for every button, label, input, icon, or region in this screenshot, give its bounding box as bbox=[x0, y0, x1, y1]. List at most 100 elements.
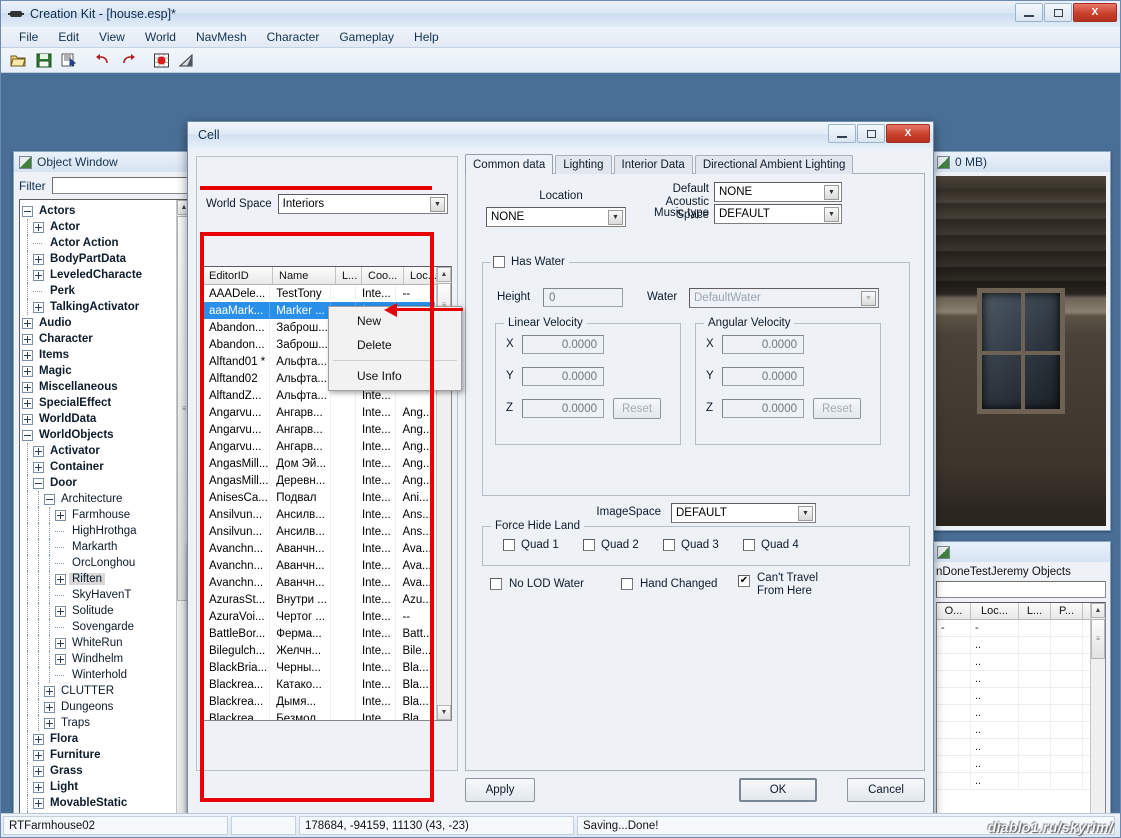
cell-view-row[interactable]: -- bbox=[937, 620, 1105, 637]
tree-node-worlddata[interactable]: WorldData bbox=[22, 411, 191, 427]
menu-item-view[interactable]: View bbox=[89, 28, 135, 46]
tree-expand-icon[interactable] bbox=[22, 317, 33, 329]
quad4-checkbox[interactable] bbox=[743, 539, 755, 551]
angular-z-input[interactable]: 0.0000 bbox=[722, 399, 804, 418]
tree-collapse-icon[interactable] bbox=[22, 205, 33, 217]
tree-node-traps[interactable]: Traps bbox=[22, 715, 191, 731]
quad3-checkbox[interactable] bbox=[663, 539, 675, 551]
tree-collapse-icon[interactable] bbox=[44, 493, 55, 505]
cell-list-row[interactable]: BlackBria... Черны... Inte... Bla... bbox=[203, 659, 435, 676]
hand-changed-row[interactable]: Hand Changed bbox=[621, 578, 717, 590]
maximize-button[interactable] bbox=[1044, 3, 1072, 22]
location-combo[interactable]: NONE ▼ bbox=[486, 207, 626, 227]
cell-view-grid[interactable]: O... Loc... L... P... - -................… bbox=[936, 602, 1106, 813]
tree-expand-icon[interactable] bbox=[22, 381, 33, 393]
tree-node-skyhavent[interactable]: SkyHavenT bbox=[22, 587, 191, 603]
tree-node-actor-action[interactable]: Actor Action bbox=[22, 235, 191, 251]
cell-view-window[interactable]: nDoneTestJeremy Objects O... Loc... L...… bbox=[931, 541, 1111, 813]
chevron-down-icon[interactable]: ▼ bbox=[861, 291, 876, 306]
tree-expand-icon[interactable] bbox=[55, 637, 66, 649]
quad2-checkbox[interactable] bbox=[583, 539, 595, 551]
tree-expand-icon[interactable] bbox=[33, 221, 44, 233]
tree-node-markarth[interactable]: Markarth bbox=[22, 539, 191, 555]
cell-view-row[interactable]: .. bbox=[937, 756, 1105, 773]
linear-y-input[interactable]: 0.0000 bbox=[522, 367, 604, 386]
tree-node-perk[interactable]: Perk bbox=[22, 283, 191, 299]
cell-list-scroll-up-icon[interactable]: ▲ bbox=[437, 267, 451, 282]
cell-list-row[interactable]: Ansilvun... Ансилв... Inte... Ans... bbox=[203, 506, 435, 523]
tree-expand-icon[interactable] bbox=[44, 685, 55, 697]
no-lod-water-checkbox[interactable] bbox=[490, 578, 502, 590]
save-file-icon[interactable] bbox=[32, 50, 55, 71]
tree-node-orclonghou[interactable]: OrcLonghou bbox=[22, 555, 191, 571]
angular-y-input[interactable]: 0.0000 bbox=[722, 367, 804, 386]
tree-node-winterhold[interactable]: Winterhold bbox=[22, 667, 191, 683]
cell-view-scroll-up-icon[interactable]: ▲ bbox=[1091, 603, 1105, 618]
cell-list-row[interactable]: Avanchn... Аванчн... Inte... Ava... bbox=[203, 540, 435, 557]
cell-view-filter-input[interactable] bbox=[936, 581, 1106, 598]
tree-node-items[interactable]: Items bbox=[22, 347, 191, 363]
tree-node-flora[interactable]: Flora bbox=[22, 731, 191, 747]
object-window[interactable]: Object Window Filter Actors Actor Actor Ac… bbox=[13, 151, 198, 813]
cell-list-row[interactable]: Blackrea... Катако... Inte... Bla... bbox=[203, 676, 435, 693]
menu-item-character[interactable]: Character bbox=[257, 28, 330, 46]
tree-node-specialeffect[interactable]: SpecialEffect bbox=[22, 395, 191, 411]
tree-expand-icon[interactable] bbox=[44, 701, 55, 713]
object-tree[interactable]: Actors Actor Actor Action BodyPartData Level… bbox=[19, 199, 192, 813]
tree-node-audio[interactable]: Audio bbox=[22, 315, 191, 331]
cell-list-row[interactable]: Angarvu... Ангарв... Inte... Ang... bbox=[203, 421, 435, 438]
menu-item-help[interactable]: Help bbox=[404, 28, 449, 46]
tree-node-door[interactable]: Door bbox=[22, 475, 191, 491]
menu-item-navmesh[interactable]: NavMesh bbox=[186, 28, 257, 46]
tree-expand-icon[interactable] bbox=[55, 605, 66, 617]
context-menu-item-delete[interactable]: Delete bbox=[329, 333, 461, 357]
menu-item-gameplay[interactable]: Gameplay bbox=[329, 28, 404, 46]
cant-travel-row[interactable]: ✔ Can't Travel From Here bbox=[738, 572, 818, 598]
data-files-icon[interactable] bbox=[57, 50, 80, 71]
cell-list-column-coo[interactable]: Coo... bbox=[362, 267, 404, 284]
cell-list-row[interactable]: BattleBor... Ферма... Inte... Batt... bbox=[203, 625, 435, 642]
render-window-icon[interactable] bbox=[175, 50, 198, 71]
tree-node-container[interactable]: Container bbox=[22, 459, 191, 475]
cell-dialog-close-button[interactable]: X bbox=[886, 124, 930, 143]
tree-node-light[interactable]: Light bbox=[22, 779, 191, 795]
tree-node-clutter[interactable]: CLUTTER bbox=[22, 683, 191, 699]
cell-list-row[interactable]: Angarvu... Ангарв... Inte... Ang... bbox=[203, 404, 435, 421]
object-filter-input[interactable] bbox=[51, 177, 192, 194]
cell-list-row[interactable]: Ansilvun... Ансилв... Inte... Ans... bbox=[203, 523, 435, 540]
tree-node-grass[interactable]: Grass bbox=[22, 763, 191, 779]
tree-collapse-icon[interactable] bbox=[22, 429, 33, 441]
cell-view-row[interactable]: .. bbox=[937, 722, 1105, 739]
cell-list-column-l[interactable]: L... bbox=[336, 267, 362, 284]
tree-node-farmhouse[interactable]: Farmhouse bbox=[22, 507, 191, 523]
tree-expand-icon[interactable] bbox=[33, 781, 44, 793]
tree-node-windhelm[interactable]: Windhelm bbox=[22, 651, 191, 667]
tree-expand-icon[interactable] bbox=[33, 461, 44, 473]
tree-node-bodypartdata[interactable]: BodyPartData bbox=[22, 251, 191, 267]
cell-view-col-o[interactable]: O... bbox=[937, 603, 971, 619]
cell-view-row[interactable]: .. bbox=[937, 688, 1105, 705]
tree-expand-icon[interactable] bbox=[33, 301, 44, 313]
tree-node-riften[interactable]: Riften bbox=[22, 571, 191, 587]
tab-lighting[interactable]: Lighting bbox=[555, 155, 612, 174]
undo-icon[interactable] bbox=[91, 50, 114, 71]
tree-node-movablestatic[interactable]: MovableStatic bbox=[22, 795, 191, 811]
tab-common-data[interactable]: Common data bbox=[465, 154, 554, 174]
tree-node-dungeons[interactable]: Dungeons bbox=[22, 699, 191, 715]
tree-expand-icon[interactable] bbox=[33, 749, 44, 761]
cell-dialog-maximize-button[interactable] bbox=[857, 124, 885, 143]
acoustic-space-combo[interactable]: NONE ▼ bbox=[714, 182, 842, 202]
tree-node-actors[interactable]: Actors bbox=[22, 203, 191, 219]
cell-list-row[interactable]: Blackrea... Дымя... Inte... Bla... bbox=[203, 693, 435, 710]
tree-expand-icon[interactable] bbox=[33, 797, 44, 809]
angular-x-input[interactable]: 0.0000 bbox=[722, 335, 804, 354]
tree-expand-icon[interactable] bbox=[22, 349, 33, 361]
linear-x-input[interactable]: 0.0000 bbox=[522, 335, 604, 354]
cell-view-icon[interactable] bbox=[150, 50, 173, 71]
cell-list-row[interactable]: Angarvu... Ангарв... Inte... Ang... bbox=[203, 438, 435, 455]
cell-list-row[interactable]: Avanchn... Аванчн... Inte... Ava... bbox=[203, 557, 435, 574]
tree-expand-icon[interactable] bbox=[55, 653, 66, 665]
tab-directional-ambient-lighting[interactable]: Directional Ambient Lighting bbox=[694, 155, 854, 174]
cell-list-row[interactable]: AnisesCa... Подвал Inte... Ani... bbox=[203, 489, 435, 506]
apply-button[interactable]: Apply bbox=[465, 778, 535, 802]
